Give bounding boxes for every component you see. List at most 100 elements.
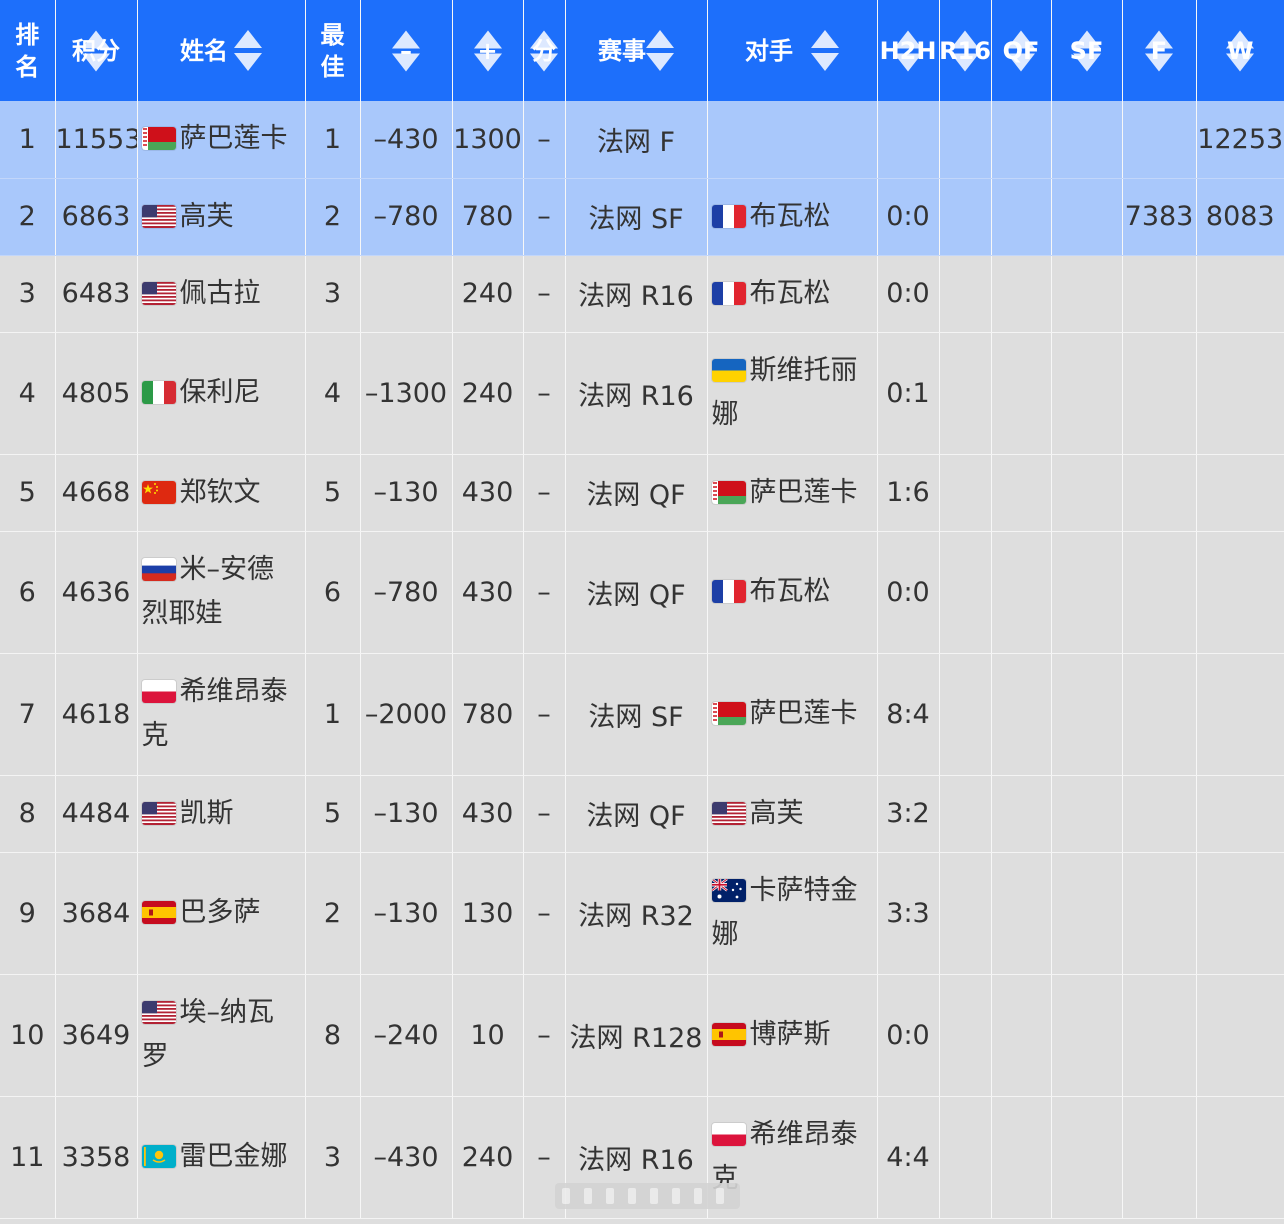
cell-w [1196, 255, 1284, 333]
header-sf[interactable]: SF [1051, 0, 1123, 101]
opponent-cell: 布瓦松 [707, 255, 878, 333]
sort-icon[interactable] [646, 30, 674, 71]
cell-w [1196, 454, 1284, 532]
cell-points: 11553 [55, 101, 138, 179]
header-score[interactable]: 分 [523, 0, 566, 101]
cell-points: 4805 [55, 332, 138, 455]
cell-score: – [523, 101, 566, 179]
cell-h2h [877, 101, 940, 179]
header-minus[interactable]: – [360, 0, 453, 101]
table-row[interactable]: 3 6483 佩古拉 3 240– 法网 R16 布瓦松 0:0 [0, 255, 1284, 333]
table-row[interactable]: 8 4484 凯斯 5 –130 430– 法网 QF 高芙 3:2 [0, 775, 1284, 853]
cell-sf [1051, 178, 1123, 256]
cell-rank: 1 [0, 101, 56, 179]
header-r16[interactable]: R16 [939, 0, 992, 101]
header-f-label: F [1150, 36, 1168, 65]
ukraine-flag-icon [711, 359, 746, 382]
cell-h2h: 0:0 [877, 255, 940, 333]
cell-points: 4668 [55, 454, 138, 532]
cell-r16 [939, 1096, 992, 1219]
sort-icon[interactable] [234, 30, 262, 71]
france-flag-icon [711, 204, 746, 228]
player-name-cell: 高芙 [137, 178, 306, 256]
header-h2h[interactable]: H2H [877, 0, 940, 101]
table-row[interactable]: 4 4805 保利尼 4 –1300 240– 法网 R16 斯维托丽娜 0:1 [0, 332, 1284, 455]
cell-event: 法网 R32 [565, 852, 708, 975]
cell-plus: 430 [452, 531, 524, 654]
opponent-name: 布瓦松 [749, 277, 831, 309]
header-rank[interactable]: 排名 [0, 0, 56, 101]
header-name[interactable]: 姓名 [137, 0, 306, 101]
table-row[interactable]: 2 6863 高芙 2 –780 780– 法网 SF 布瓦松 0:0 7383 8083 [0, 178, 1284, 256]
header-qf[interactable]: QF [991, 0, 1052, 101]
cell-points: 3649 [55, 974, 138, 1097]
header-best[interactable]: 最佳 [305, 0, 361, 101]
header-opponent[interactable]: 对手 [707, 0, 878, 101]
table-row[interactable]: 10 3649 埃–纳瓦罗 8 –240 10– 法网 R128 博萨斯 0:0 [0, 974, 1284, 1097]
cell-f [1122, 101, 1197, 179]
header-event[interactable]: 赛事 [565, 0, 708, 101]
header-opponent-label: 对手 [745, 36, 793, 65]
table-row[interactable]: 9 3684 巴多萨 2 –130 130– 法网 R32 卡萨特金娜 3:3 [0, 852, 1284, 975]
header-f[interactable]: F [1122, 0, 1197, 101]
cell-r16 [939, 531, 992, 654]
cell-minus: –240 [360, 974, 453, 1097]
table-row[interactable]: 6 4636 米–安德烈耶娃 6 –780 430– 法网 QF 布瓦松 0:0 [0, 531, 1284, 654]
cell-qf [991, 1096, 1052, 1219]
cell-r16 [939, 101, 992, 179]
belarus-flag-icon [141, 127, 176, 151]
cell-qf [991, 852, 1052, 975]
header-w[interactable]: W [1196, 0, 1284, 101]
player-name-cell: 希维昂泰克 [137, 653, 306, 776]
cell-plus: 430 [452, 775, 524, 853]
header-plus-label: + [477, 36, 498, 65]
cell-w [1196, 332, 1284, 455]
cell-sf [1051, 653, 1123, 776]
header-points-label: 积分 [72, 36, 120, 65]
spain-flag-icon [711, 1023, 746, 1046]
cell-qf [991, 775, 1052, 853]
cell-minus: –1300 [360, 332, 453, 455]
cell-plus: 130 [452, 852, 524, 975]
player-name-cell: 佩古拉 [137, 255, 306, 333]
cell-best: 4 [305, 332, 361, 455]
cell-best: 1 [305, 101, 361, 179]
cell-score: – [523, 974, 566, 1097]
cell-points: 4636 [55, 531, 138, 654]
cell-w [1196, 653, 1284, 776]
cell-w: 8083 [1196, 178, 1284, 256]
cell-minus: –130 [360, 454, 453, 532]
player-name: 高芙 [179, 200, 234, 232]
header-points[interactable]: 积分 [55, 0, 138, 101]
cell-minus [360, 255, 453, 333]
usa-flag-icon [141, 204, 176, 228]
sort-icon[interactable] [811, 30, 839, 71]
cell-r16 [939, 852, 992, 975]
cell-score: – [523, 454, 566, 532]
table-row[interactable]: 5 4668 郑钦文 5 –130 430– 法网 QF 萨巴莲卡 1:6 [0, 454, 1284, 532]
cell-f [1122, 775, 1197, 853]
cell-plus: 240 [452, 332, 524, 455]
cell-r16 [939, 454, 992, 532]
cell-w [1196, 974, 1284, 1097]
table-row[interactable]: 1 11553 萨巴莲卡 1 –430 1300– 法网 F 12253 [0, 101, 1284, 179]
cell-points: 6483 [55, 255, 138, 333]
cell-points: 4618 [55, 653, 138, 776]
player-name: 郑钦文 [179, 476, 261, 508]
header-w-label: W [1227, 36, 1254, 65]
australia-flag-icon [711, 879, 746, 902]
cell-rank: 11 [0, 1096, 56, 1219]
cell-plus: 430 [452, 454, 524, 532]
spain-flag-icon [141, 901, 176, 924]
cell-rank: 3 [0, 255, 56, 333]
cell-h2h: 0:1 [877, 332, 940, 455]
cell-h2h: 4:4 [877, 1096, 940, 1219]
cell-rank: 5 [0, 454, 56, 532]
cell-event: 法网 QF [565, 454, 708, 532]
cell-best: 5 [305, 454, 361, 532]
player-name-cell: 埃–纳瓦罗 [137, 974, 306, 1097]
table-row[interactable]: 7 4618 希维昂泰克 1 –2000 780– 法网 SF 萨巴莲卡 8:4 [0, 653, 1284, 776]
cell-minus: –130 [360, 852, 453, 975]
cell-best: 5 [305, 775, 361, 853]
header-plus[interactable]: + [452, 0, 524, 101]
